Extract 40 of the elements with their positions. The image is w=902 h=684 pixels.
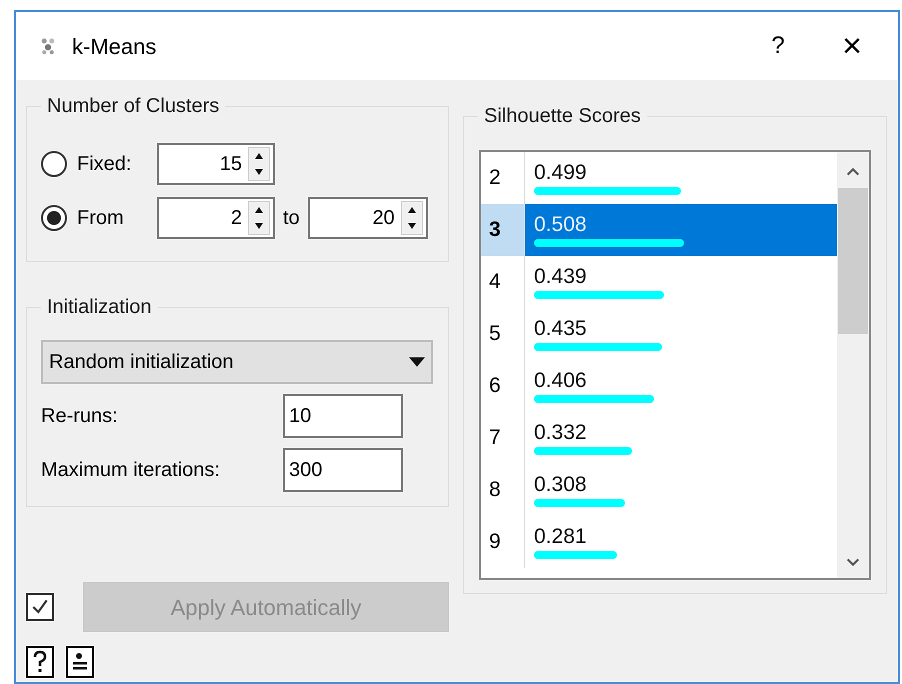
spin-field[interactable]: 20 [308, 197, 428, 239]
score-text: 0.435 [534, 317, 588, 341]
caret-icon [409, 357, 425, 367]
help-icon[interactable] [26, 646, 54, 678]
score-text: 0.499 [534, 161, 588, 185]
scroll-thumb[interactable] [838, 188, 868, 334]
method-dropdown[interactable]: Random initialization [41, 340, 433, 384]
spin-field[interactable]: 2 [157, 197, 275, 239]
score-row[interactable]: 4 0.439 [481, 256, 837, 308]
score-row[interactable]: 8 0.308 [481, 464, 837, 516]
range-label: to [283, 206, 300, 231]
input-field[interactable]: 300 [283, 448, 403, 492]
score-text: 0.281 [534, 525, 588, 549]
score-row[interactable]: 3 0.508 [481, 204, 837, 256]
spin-field[interactable]: 15 [157, 143, 275, 185]
scrollbar[interactable] [837, 152, 869, 578]
radio-button[interactable] [41, 205, 67, 231]
score-text: 0.508 [534, 213, 588, 237]
help-button[interactable]: ? [748, 28, 808, 64]
scroll-up-icon[interactable] [846, 168, 860, 176]
score-row[interactable]: 5 0.435 [481, 308, 837, 360]
input-field[interactable]: 10 [283, 394, 403, 438]
radio-button[interactable] [41, 151, 67, 177]
score-text: 0.308 [534, 473, 588, 497]
radio-label: Fixed: [77, 152, 132, 177]
radio-label: From [77, 206, 125, 231]
window-title: k-Means [72, 32, 156, 60]
field-label: Re-runs: [41, 404, 119, 429]
score-text: 0.332 [534, 421, 588, 445]
score-row[interactable]: 7 0.332 [481, 412, 837, 464]
k-cell: 3 [481, 204, 525, 256]
scroll-down-icon[interactable] [846, 558, 860, 566]
report-icon[interactable] [66, 646, 94, 678]
score-row[interactable]: 2 0.499 [481, 152, 837, 204]
score-row[interactable]: 6 0.406 [481, 360, 837, 412]
score-row[interactable]: 9 0.281 [481, 516, 837, 568]
score-text: 0.439 [534, 265, 588, 289]
field-label: Maximum iterations: [41, 458, 221, 483]
close-button[interactable]: × [822, 20, 882, 72]
score-text: 0.406 [534, 369, 588, 393]
